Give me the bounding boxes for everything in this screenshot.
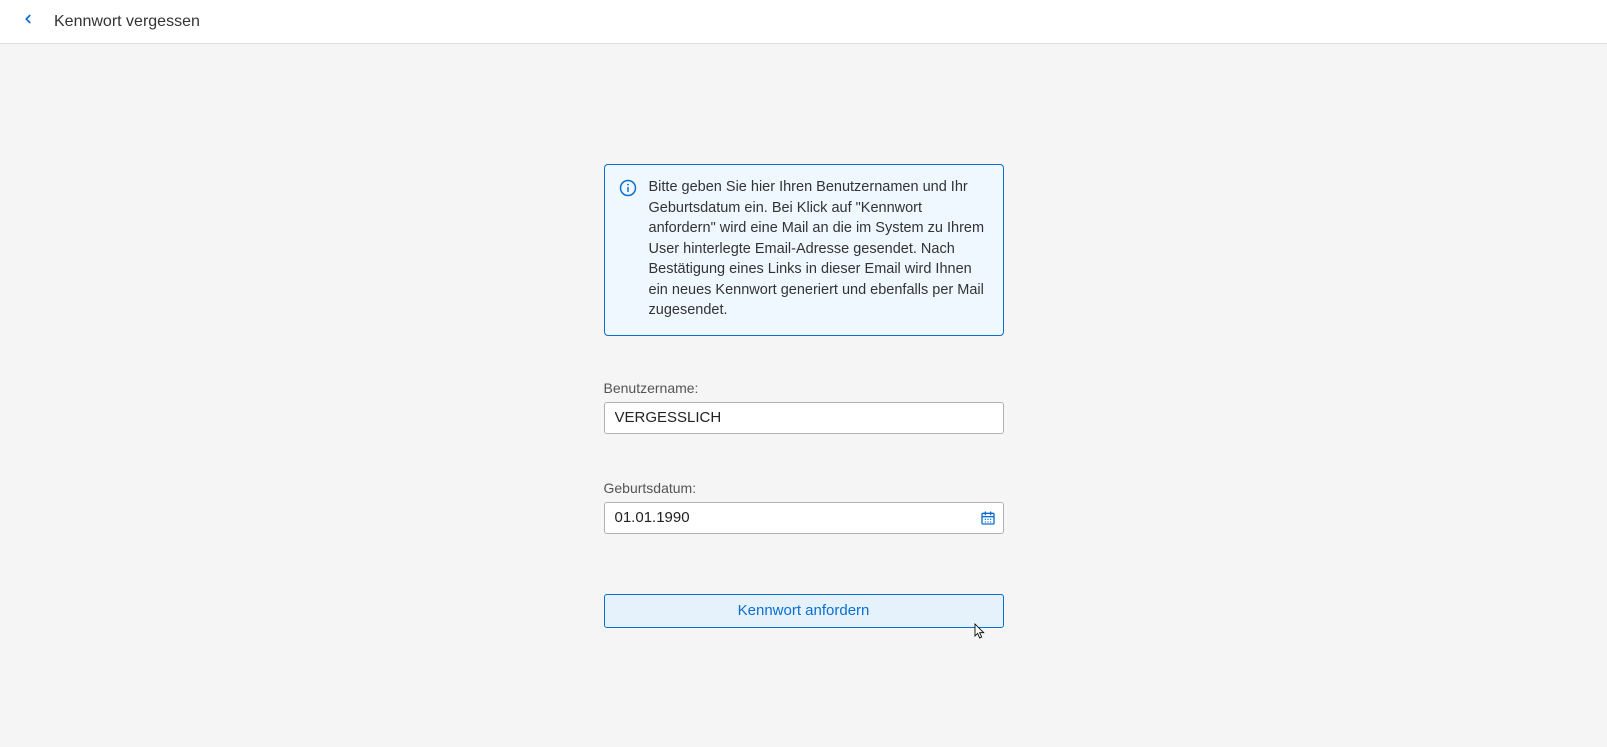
birthdate-label: Geburtsdatum: xyxy=(604,480,1004,496)
page-header: Kennwort vergessen xyxy=(0,0,1607,44)
calendar-icon[interactable] xyxy=(980,510,996,526)
chevron-left-icon xyxy=(21,12,35,31)
birthdate-input-wrap xyxy=(604,502,1004,534)
birthdate-field-group: Geburtsdatum: xyxy=(604,480,1004,534)
info-message-box: Bitte geben Sie hier Ihren Benutzernamen… xyxy=(604,164,1004,336)
username-field-group: Benutzername: xyxy=(604,380,1004,434)
content-area: Bitte geben Sie hier Ihren Benutzernamen… xyxy=(0,44,1607,628)
back-button[interactable] xyxy=(16,10,40,34)
request-password-button[interactable]: Kennwort anfordern xyxy=(604,594,1004,628)
page-title: Kennwort vergessen xyxy=(54,13,200,31)
info-message-text: Bitte geben Sie hier Ihren Benutzernamen… xyxy=(649,177,989,321)
username-input[interactable] xyxy=(604,402,1004,434)
info-icon xyxy=(619,179,637,202)
username-label: Benutzername: xyxy=(604,380,1004,396)
birthdate-input[interactable] xyxy=(604,502,1004,534)
